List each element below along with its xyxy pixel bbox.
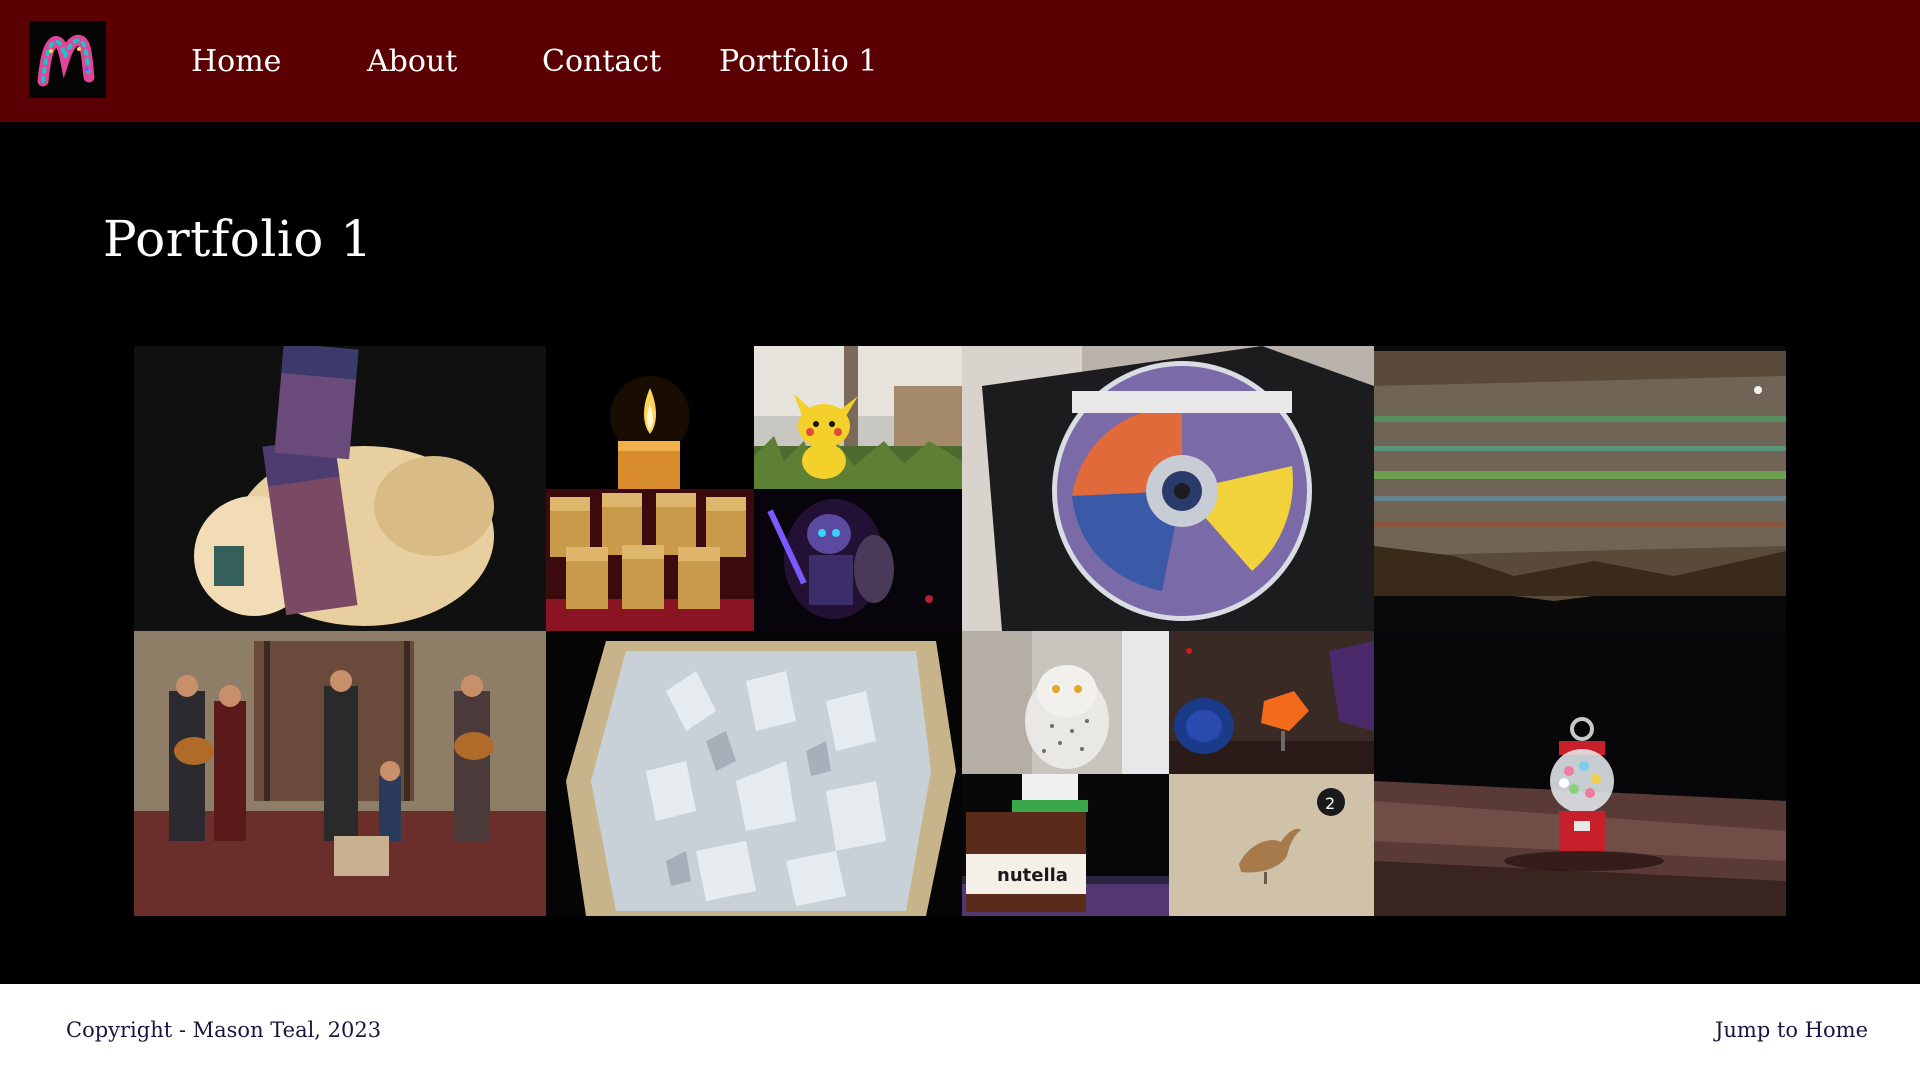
xbox-disc-photo[interactable]: [962, 346, 1374, 631]
bird-artifact-photo[interactable]: 2: [1169, 774, 1374, 916]
site-footer: Copyright - Mason Teal, 2023 Jump to Hom…: [0, 984, 1920, 1080]
street-band-photo[interactable]: [134, 631, 546, 916]
nav-home-link[interactable]: Home: [191, 38, 281, 86]
opal-stone-photo[interactable]: [1374, 346, 1786, 631]
svg-text:nutella: nutella: [997, 865, 1068, 886]
minerals-photo[interactable]: [1169, 631, 1374, 774]
pichu-figure-photo[interactable]: [754, 346, 962, 489]
nutella-jar-photo[interactable]: nutella: [962, 774, 1169, 916]
nav-portfolio-link[interactable]: Portfolio 1: [719, 38, 877, 86]
photo-gallery: nutella 2: [134, 346, 1786, 916]
tourmaline-crystal-photo[interactable]: [134, 346, 546, 631]
celestite-geode-photo[interactable]: [546, 631, 962, 916]
copyright-text: Copyright - Mason Teal, 2023: [66, 1018, 382, 1042]
candle-photo[interactable]: [546, 346, 754, 489]
snowy-owl-photo[interactable]: [962, 631, 1169, 774]
jump-to-home-link[interactable]: Jump to Home: [1715, 1018, 1868, 1042]
m-logo-icon[interactable]: [29, 21, 106, 98]
page-title: Portfolio 1: [103, 210, 373, 268]
nav-contact-link[interactable]: Contact: [542, 38, 661, 86]
site-header: Home About Contact Portfolio 1: [0, 0, 1920, 122]
gumball-machine-charm-photo[interactable]: [1374, 631, 1786, 916]
robot-figure-photo[interactable]: [754, 489, 962, 631]
nav-about-link[interactable]: About: [367, 38, 457, 86]
svg-text:2: 2: [1325, 794, 1335, 813]
popcorn-cups-photo[interactable]: [546, 489, 754, 631]
